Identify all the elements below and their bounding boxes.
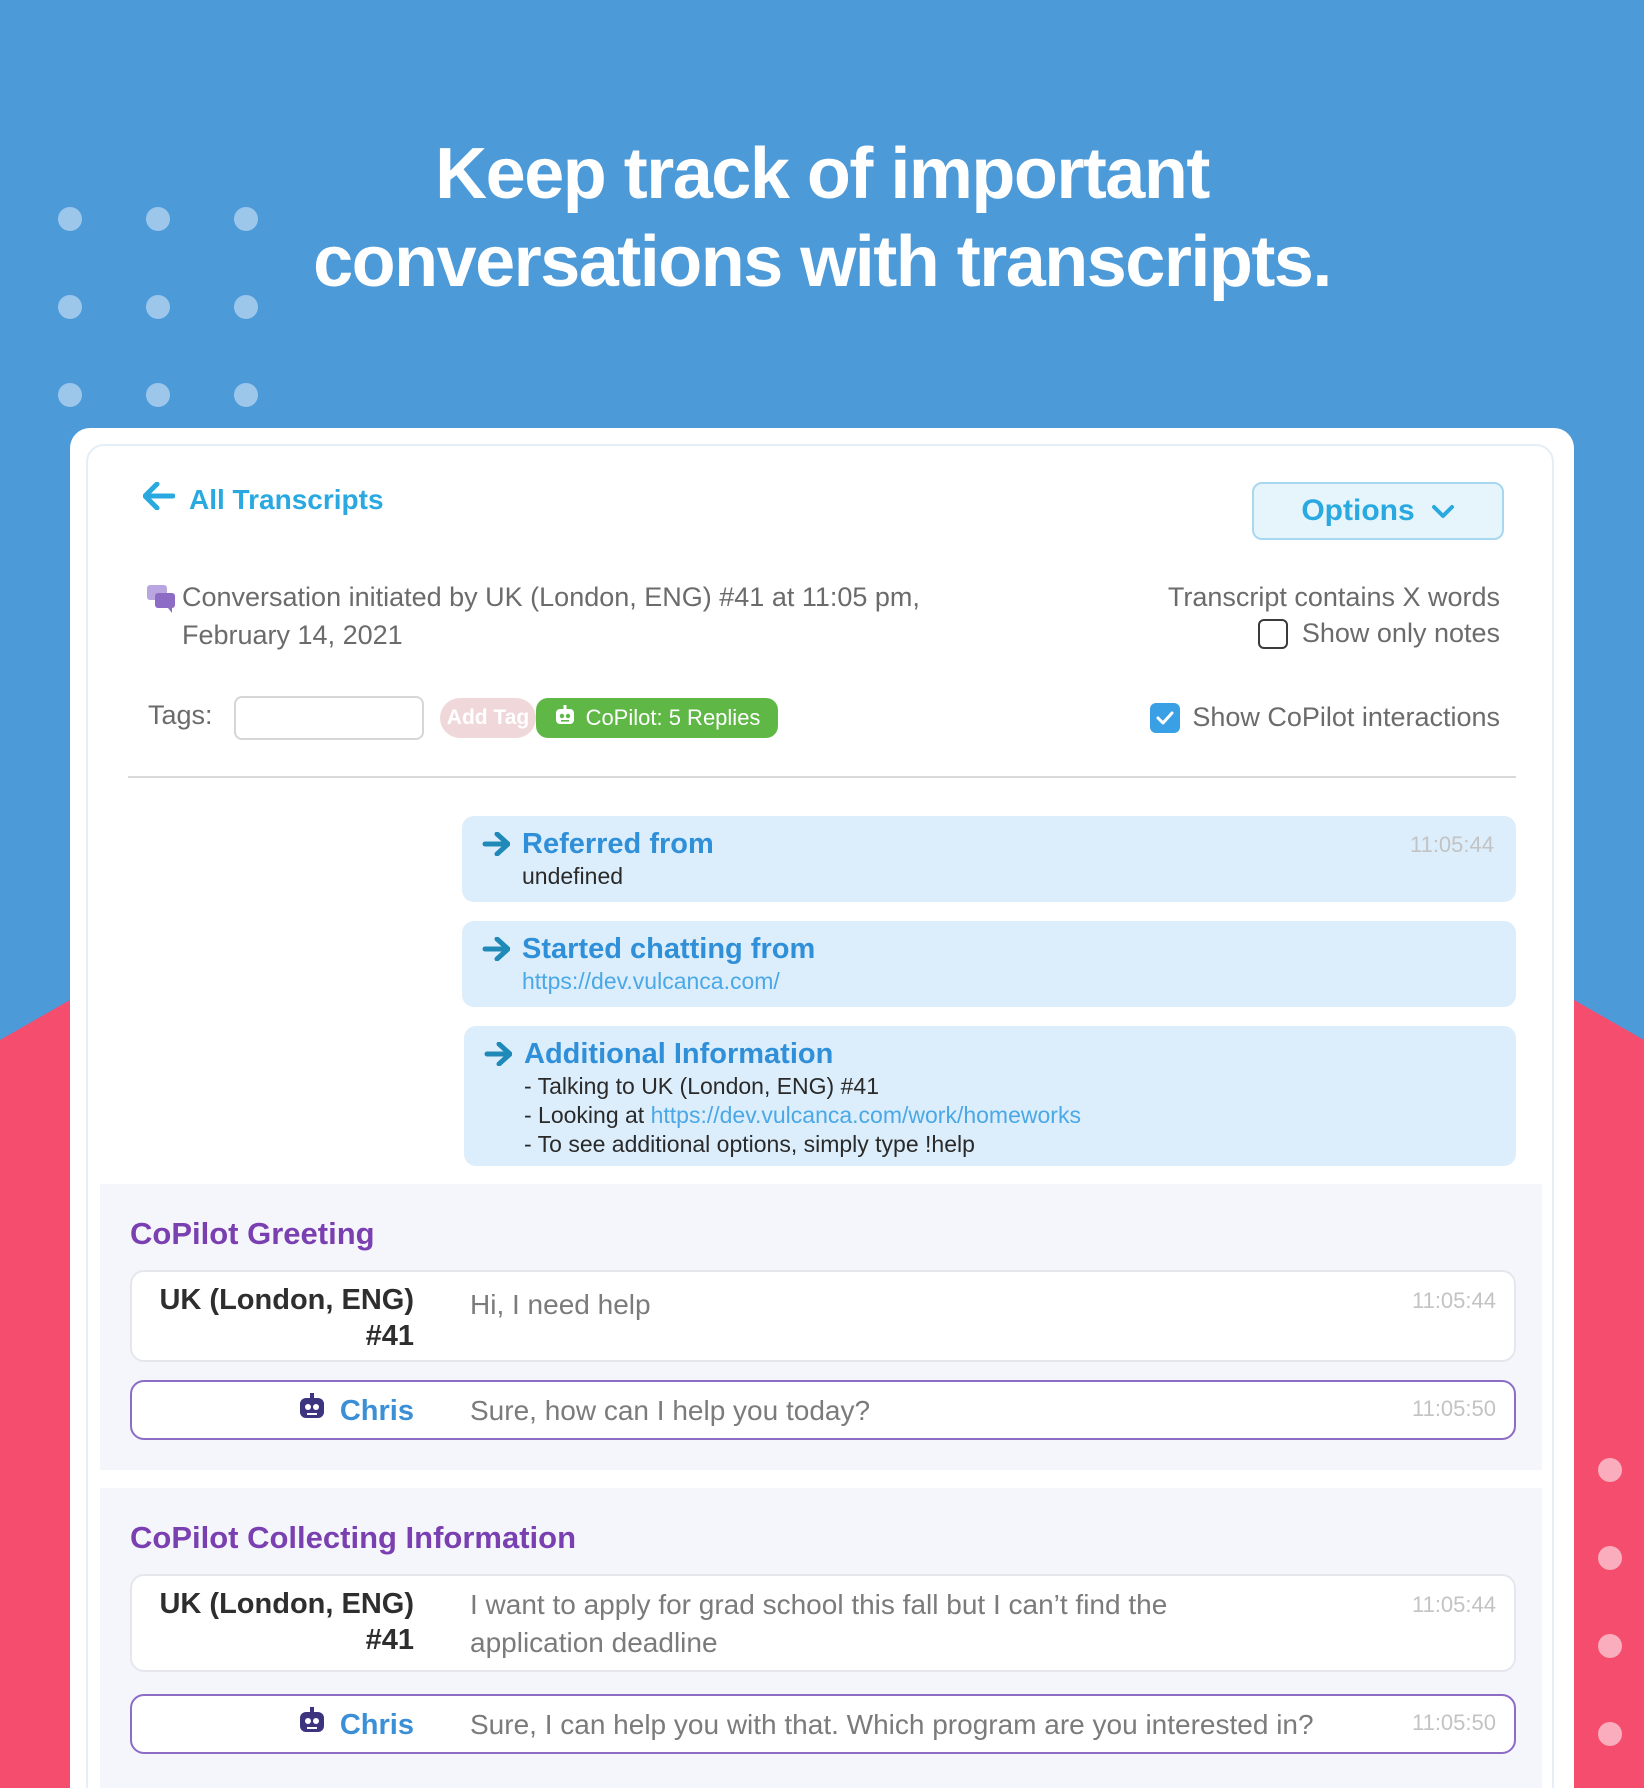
arrow-left-icon xyxy=(142,481,176,517)
show-only-notes-checkbox[interactable] xyxy=(1257,618,1288,649)
message-time: 11:05:50 xyxy=(1411,1396,1496,1421)
started-chatting-box: Started chatting from https://dev.vulcan… xyxy=(462,921,1516,1007)
sender-name: Chris xyxy=(132,1392,414,1429)
message-bot: Chris Sure, how can I help you today? 11… xyxy=(130,1380,1516,1440)
message-text: Hi, I need help xyxy=(470,1289,651,1320)
show-copilot-label: Show CoPilot interactions xyxy=(1192,702,1500,732)
sender-name: UK (London, ENG) #41 xyxy=(132,1586,414,1658)
referred-from-value: undefined xyxy=(522,863,624,889)
sender-line-2: #41 xyxy=(365,1320,414,1352)
conversation-initiated-text: Conversation initiated by UK (London, EN… xyxy=(182,582,920,612)
tags-label: Tags: xyxy=(148,700,213,730)
show-only-notes-toggle[interactable]: Show only notes xyxy=(1257,618,1500,649)
show-copilot-toggle[interactable]: Show CoPilot interactions xyxy=(1150,702,1500,733)
header-divider xyxy=(128,776,1516,778)
message-visitor: UK (London, ENG) #41 Hi, I need help 11:… xyxy=(130,1270,1516,1362)
checkmark-icon xyxy=(1156,711,1174,724)
referred-from-title: Referred from xyxy=(522,828,714,860)
message-visitor: UK (London, ENG) #41 I want to apply for… xyxy=(130,1574,1516,1672)
additional-information-box: Additional Information - Talking to UK (… xyxy=(464,1026,1516,1166)
copilot-collecting-section: CoPilot Collecting Information UK (Londo… xyxy=(100,1488,1542,1788)
arrow-right-icon xyxy=(484,1041,513,1071)
tags-input[interactable] xyxy=(234,696,424,740)
message-text: I want to apply for grad school this fal… xyxy=(470,1589,1168,1658)
conversation-info: Conversation initiated by UK (London, EN… xyxy=(146,578,1016,654)
conversation-date-text: February 14, 2021 xyxy=(182,620,403,650)
copilot-greeting-section: CoPilot Greeting UK (London, ENG) #41 Hi… xyxy=(100,1184,1542,1470)
show-only-notes-label: Show only notes xyxy=(1301,618,1500,648)
robot-icon xyxy=(298,1706,326,1743)
homeworks-link[interactable]: https://dev.vulcanca.com/work/homeworks xyxy=(651,1102,1081,1128)
message-text: Sure, how can I help you today? xyxy=(470,1395,871,1426)
show-copilot-checkbox[interactable] xyxy=(1150,702,1181,733)
all-transcripts-link[interactable]: All Transcripts xyxy=(142,481,384,517)
section-title: CoPilot Greeting xyxy=(130,1216,375,1251)
add-tag-button[interactable]: Add Tag xyxy=(440,698,536,738)
sender-name: Chris xyxy=(132,1706,414,1743)
robot-icon xyxy=(554,704,576,732)
headline-line-1: Keep track of important xyxy=(435,134,1210,214)
arrow-right-icon xyxy=(482,831,511,861)
word-count-text: Transcript contains X words xyxy=(1167,582,1500,612)
headline: Keep track of important conversations wi… xyxy=(0,130,1644,306)
looking-at-prefix: - Looking at xyxy=(524,1102,651,1128)
arrow-right-icon xyxy=(482,936,511,966)
robot-icon xyxy=(298,1392,326,1429)
message-time: 11:05:44 xyxy=(1411,1288,1496,1313)
chevron-down-icon xyxy=(1431,494,1455,528)
sender-line-1: UK (London, ENG) xyxy=(159,1284,414,1316)
bot-sender-label: Chris xyxy=(339,1708,414,1741)
additional-info-line-1: - Talking to UK (London, ENG) #41 xyxy=(524,1073,879,1099)
bot-sender-label: Chris xyxy=(339,1394,414,1427)
decorative-dots-right xyxy=(1598,1458,1622,1758)
chat-bubbles-icon xyxy=(146,584,176,624)
message-text: Sure, I can help you with that. Which pr… xyxy=(470,1709,1314,1740)
all-transcripts-label: All Transcripts xyxy=(189,483,384,515)
additional-info-line-3: - To see additional options, simply type… xyxy=(524,1131,975,1157)
sender-name: UK (London, ENG) #41 xyxy=(132,1282,414,1354)
headline-line-2: conversations with transcripts. xyxy=(313,222,1332,302)
message-time: 11:05:50 xyxy=(1411,1710,1496,1735)
options-dropdown-button[interactable]: Options xyxy=(1252,482,1504,540)
message-bot: Chris Sure, I can help you with that. Wh… xyxy=(130,1694,1516,1754)
copilot-replies-badge: CoPilot: 5 Replies xyxy=(536,698,778,738)
sender-line-1: UK (London, ENG) xyxy=(159,1588,414,1620)
referred-from-box: Referred from undefined 11:05:44 xyxy=(462,816,1516,902)
message-time: 11:05:44 xyxy=(1411,1592,1496,1617)
additional-information-title: Additional Information xyxy=(524,1038,834,1070)
options-label: Options xyxy=(1301,494,1415,527)
started-chatting-title: Started chatting from xyxy=(522,933,816,965)
sender-line-2: #41 xyxy=(365,1624,414,1656)
background-pink-left xyxy=(0,1000,70,1788)
referred-from-time: 11:05:44 xyxy=(1409,832,1494,857)
copilot-replies-label: CoPilot: 5 Replies xyxy=(585,705,761,730)
additional-info-line-2: - Looking at https://dev.vulcanca.com/wo… xyxy=(524,1101,1492,1130)
section-title: CoPilot Collecting Information xyxy=(130,1520,577,1555)
started-chatting-link[interactable]: https://dev.vulcanca.com/ xyxy=(522,967,1492,996)
